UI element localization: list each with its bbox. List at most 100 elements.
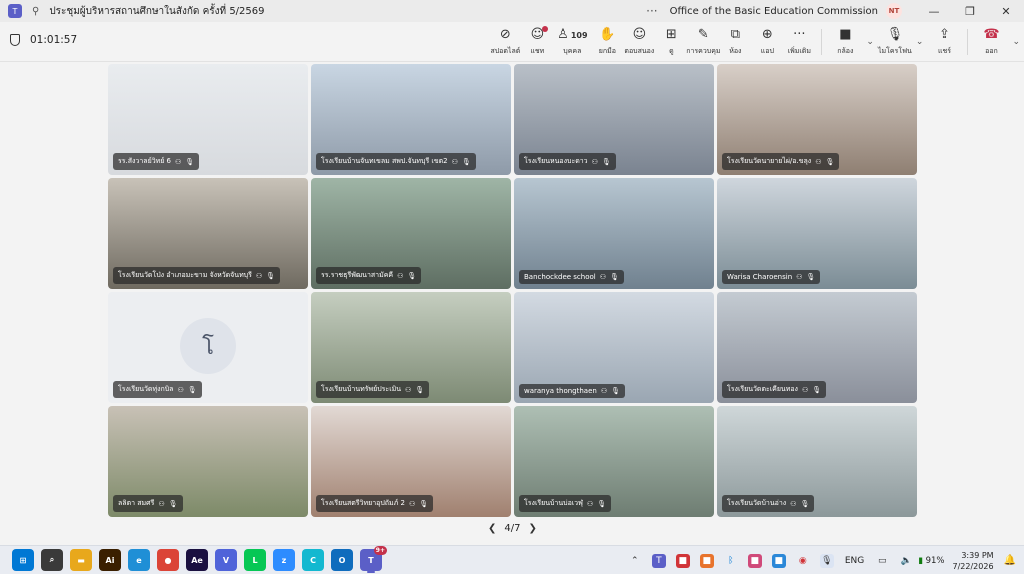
v-app-icon[interactable]: V: [215, 549, 237, 571]
connection-icon: ⚇: [158, 499, 165, 508]
connection-icon: ⚇: [600, 387, 608, 395]
apps-label: แอป: [760, 46, 774, 55]
react-button[interactable]: ☺ ตอบสนอง: [623, 22, 655, 62]
microphone-button[interactable]: 🎙 ไมโครโฟน: [878, 22, 912, 62]
camera-options-chevron-icon[interactable]: ⌄: [866, 37, 874, 47]
bluetooth-icon[interactable]: ᛒ: [724, 554, 738, 568]
participant-name: โรงเรียนสตรีวิทยาอุปถัมภ์ 2: [321, 499, 405, 507]
microphone-button-label: ไมโครโฟน: [877, 46, 912, 55]
red-app-tray-icon[interactable]: ■: [675, 553, 690, 568]
connection-icon: ⚇: [815, 157, 822, 166]
apps-button[interactable]: ⊕ แอป: [751, 22, 783, 62]
participant-name-tag: โรงเรียนบ้านทรัพย์ประเมิน ⚇ 🎙: [316, 381, 430, 398]
volume-icon[interactable]: 🔈: [899, 554, 913, 568]
add-apps-icon: ⊕: [761, 26, 773, 42]
video-tile[interactable]: Banchockdee school ⚇ 🎙: [514, 178, 714, 289]
pink-app-tray-icon[interactable]: ■: [747, 553, 762, 568]
more-icon: ···: [793, 26, 806, 42]
security-tray-icon[interactable]: ■: [771, 553, 786, 568]
spotlight-button[interactable]: ⊘ สปอตไลต์: [489, 22, 521, 62]
display-icon[interactable]: ▭: [875, 554, 889, 568]
leave-options-chevron-icon[interactable]: ⌄: [1012, 37, 1020, 47]
people-icon: ♙ 109: [557, 26, 588, 42]
close-icon[interactable]: ✕: [988, 0, 1024, 22]
chrome-icon[interactable]: ●: [157, 549, 179, 571]
react-label: ตอบสนอง: [624, 46, 655, 55]
people-button[interactable]: ♙ 109 บุคคล: [553, 22, 591, 62]
video-tile[interactable]: โรงเรียนบ้านจันทเขลม สพป.จันทบุรี เขต2 ⚇ 🎙: [311, 64, 511, 175]
mic-muted-icon: 🎙: [415, 385, 425, 394]
video-tile[interactable]: waranya thongthaen ⚇ 🎙: [514, 292, 714, 403]
video-tile[interactable]: โรงเรียนวัดนายายไผ่/อ.ขลุง ⚇ 🎙: [717, 64, 917, 175]
orange-app-tray-icon[interactable]: ■: [699, 553, 714, 568]
share-button-label: แชร์: [937, 46, 951, 55]
video-tile[interactable]: โโรงเรียนวัดทุ่งกบิล ⚇ 🎙: [108, 292, 308, 403]
view-grid-icon: ⊞: [665, 26, 677, 42]
next-page-icon[interactable]: ❯: [528, 523, 536, 534]
meeting-toolbar: 01:01:57 ⊘ สปอตไลต์ ☺ แชท ♙ 109 บุคคล ✋ ยกมือ ☺ ตอ…: [0, 22, 1024, 62]
participant-name: โรงเรียนบ้านจันทเขลม สพป.จันทบุรี เขต2: [321, 157, 448, 165]
video-tile[interactable]: รร.สังวาลย์วิทย์ 6 ⚇ 🎙: [108, 64, 308, 175]
camera-button[interactable]: ■ กล้อง: [828, 22, 862, 62]
participant-name: โรงเรียนวัดตะเคียนทอง: [727, 385, 798, 393]
pin-icon[interactable]: ⚲: [32, 6, 39, 17]
record-tray-icon[interactable]: ◉: [796, 554, 810, 568]
search-icon[interactable]: ⌕: [41, 549, 63, 571]
more-options-icon[interactable]: ···: [646, 4, 657, 18]
line-icon[interactable]: L: [244, 549, 266, 571]
chat-unread-dot: [542, 25, 549, 32]
video-tile[interactable]: โรงเรียนบ้านบ่อเวฬุ ⚇ 🎙: [514, 406, 714, 517]
clock[interactable]: 3:39 PM 7/22/2026: [953, 550, 994, 572]
toolbar-divider: [821, 29, 823, 55]
spotlight-label: สปอตไลต์: [490, 46, 521, 55]
video-tile[interactable]: โรงเรียนวัดโป่ง อำเภอมะขาม จังหวัดจันทบุ…: [108, 178, 308, 289]
participant-name-tag: โรงเรียนวัดบ้านอ่าง ⚇ 🎙: [722, 495, 815, 512]
participant-name-tag: waranya thongthaen ⚇ 🎙: [519, 384, 626, 398]
restore-icon[interactable]: ❐: [952, 0, 988, 22]
chat-button[interactable]: ☺ แชท: [521, 22, 553, 62]
notification-bell-icon[interactable]: 🔔: [1004, 555, 1016, 566]
video-tile[interactable]: โรงเรียนวัดตะเคียนทอง ⚇ 🎙: [717, 292, 917, 403]
illustrator-icon[interactable]: Ai: [99, 549, 121, 571]
microphone-tray-icon[interactable]: 🎙: [819, 553, 834, 568]
rooms-button[interactable]: ⧉ ห้อง: [719, 22, 751, 62]
after-effects-icon[interactable]: Ae: [186, 549, 208, 571]
battery-percent: 91%: [925, 555, 945, 566]
participant-name-tag: โรงเรียนวัดตะเคียนทอง ⚇ 🎙: [722, 381, 827, 398]
leave-button[interactable]: ☎ ออก: [974, 22, 1008, 62]
folder-icon[interactable]: ▬: [70, 549, 92, 571]
more-button[interactable]: ··· เพิ่มเติม: [783, 22, 815, 62]
video-tile[interactable]: ลลิตา สมศรี ⚇ 🎙: [108, 406, 308, 517]
connection-icon: ⚇: [586, 499, 594, 508]
video-tile[interactable]: โรงเรียนวัดบ้านอ่าง ⚇ 🎙: [717, 406, 917, 517]
notes-button[interactable]: ✎ การควบคุม: [686, 22, 720, 62]
canva-icon[interactable]: C: [302, 549, 324, 571]
connection-icon: ⚇: [591, 157, 598, 166]
share-button[interactable]: ⇪ แชร์: [927, 22, 961, 62]
video-tile[interactable]: รร.ราชธุรีพัฒนาสามัคคี ⚇ 🎙: [311, 178, 511, 289]
connection-icon: ⚇: [801, 385, 809, 394]
chevron-up-icon[interactable]: ⌃: [628, 554, 642, 568]
previous-page-icon[interactable]: ❮: [488, 523, 496, 534]
participant-name: โรงเรียนบ้านทรัพย์ประเมิน: [321, 385, 401, 393]
edge-icon[interactable]: e: [128, 549, 150, 571]
video-tile[interactable]: โรงเรียนบ้านทรัพย์ประเมิน ⚇ 🎙: [311, 292, 511, 403]
windows-start-icon[interactable]: ⊞: [12, 549, 34, 571]
people-label: บุคคล: [563, 46, 582, 55]
teams-tray-icon[interactable]: T: [651, 553, 666, 568]
outlook-icon[interactable]: O: [331, 549, 353, 571]
participant-name-tag: โรงเรียนวัดโป่ง อำเภอมะขาม จังหวัดจันทบุ…: [113, 267, 281, 284]
video-tile[interactable]: Warisa Charoensin ⚇ 🎙: [717, 178, 917, 289]
view-button[interactable]: ⊞ ดู: [655, 22, 687, 62]
language-indicator[interactable]: ENG: [845, 556, 864, 566]
microphone-options-chevron-icon[interactable]: ⌄: [916, 37, 924, 47]
battery-indicator[interactable]: ▮ 91%: [918, 556, 944, 566]
video-tile[interactable]: โรงเรียนสตรีวิทยาอุปถัมภ์ 2 ⚇ 🎙: [311, 406, 511, 517]
video-tile[interactable]: โรงเรียนหนองบะดาว ⚇ 🎙: [514, 64, 714, 175]
raise-hand-button[interactable]: ✋ ยกมือ: [591, 22, 623, 62]
user-avatar[interactable]: NT: [886, 3, 902, 19]
organization-name[interactable]: Office of the Basic Education Commission: [670, 6, 878, 17]
zoom-icon[interactable]: z: [273, 549, 295, 571]
teams-icon[interactable]: T 9+: [360, 546, 387, 573]
minimize-icon[interactable]: —: [916, 0, 952, 22]
